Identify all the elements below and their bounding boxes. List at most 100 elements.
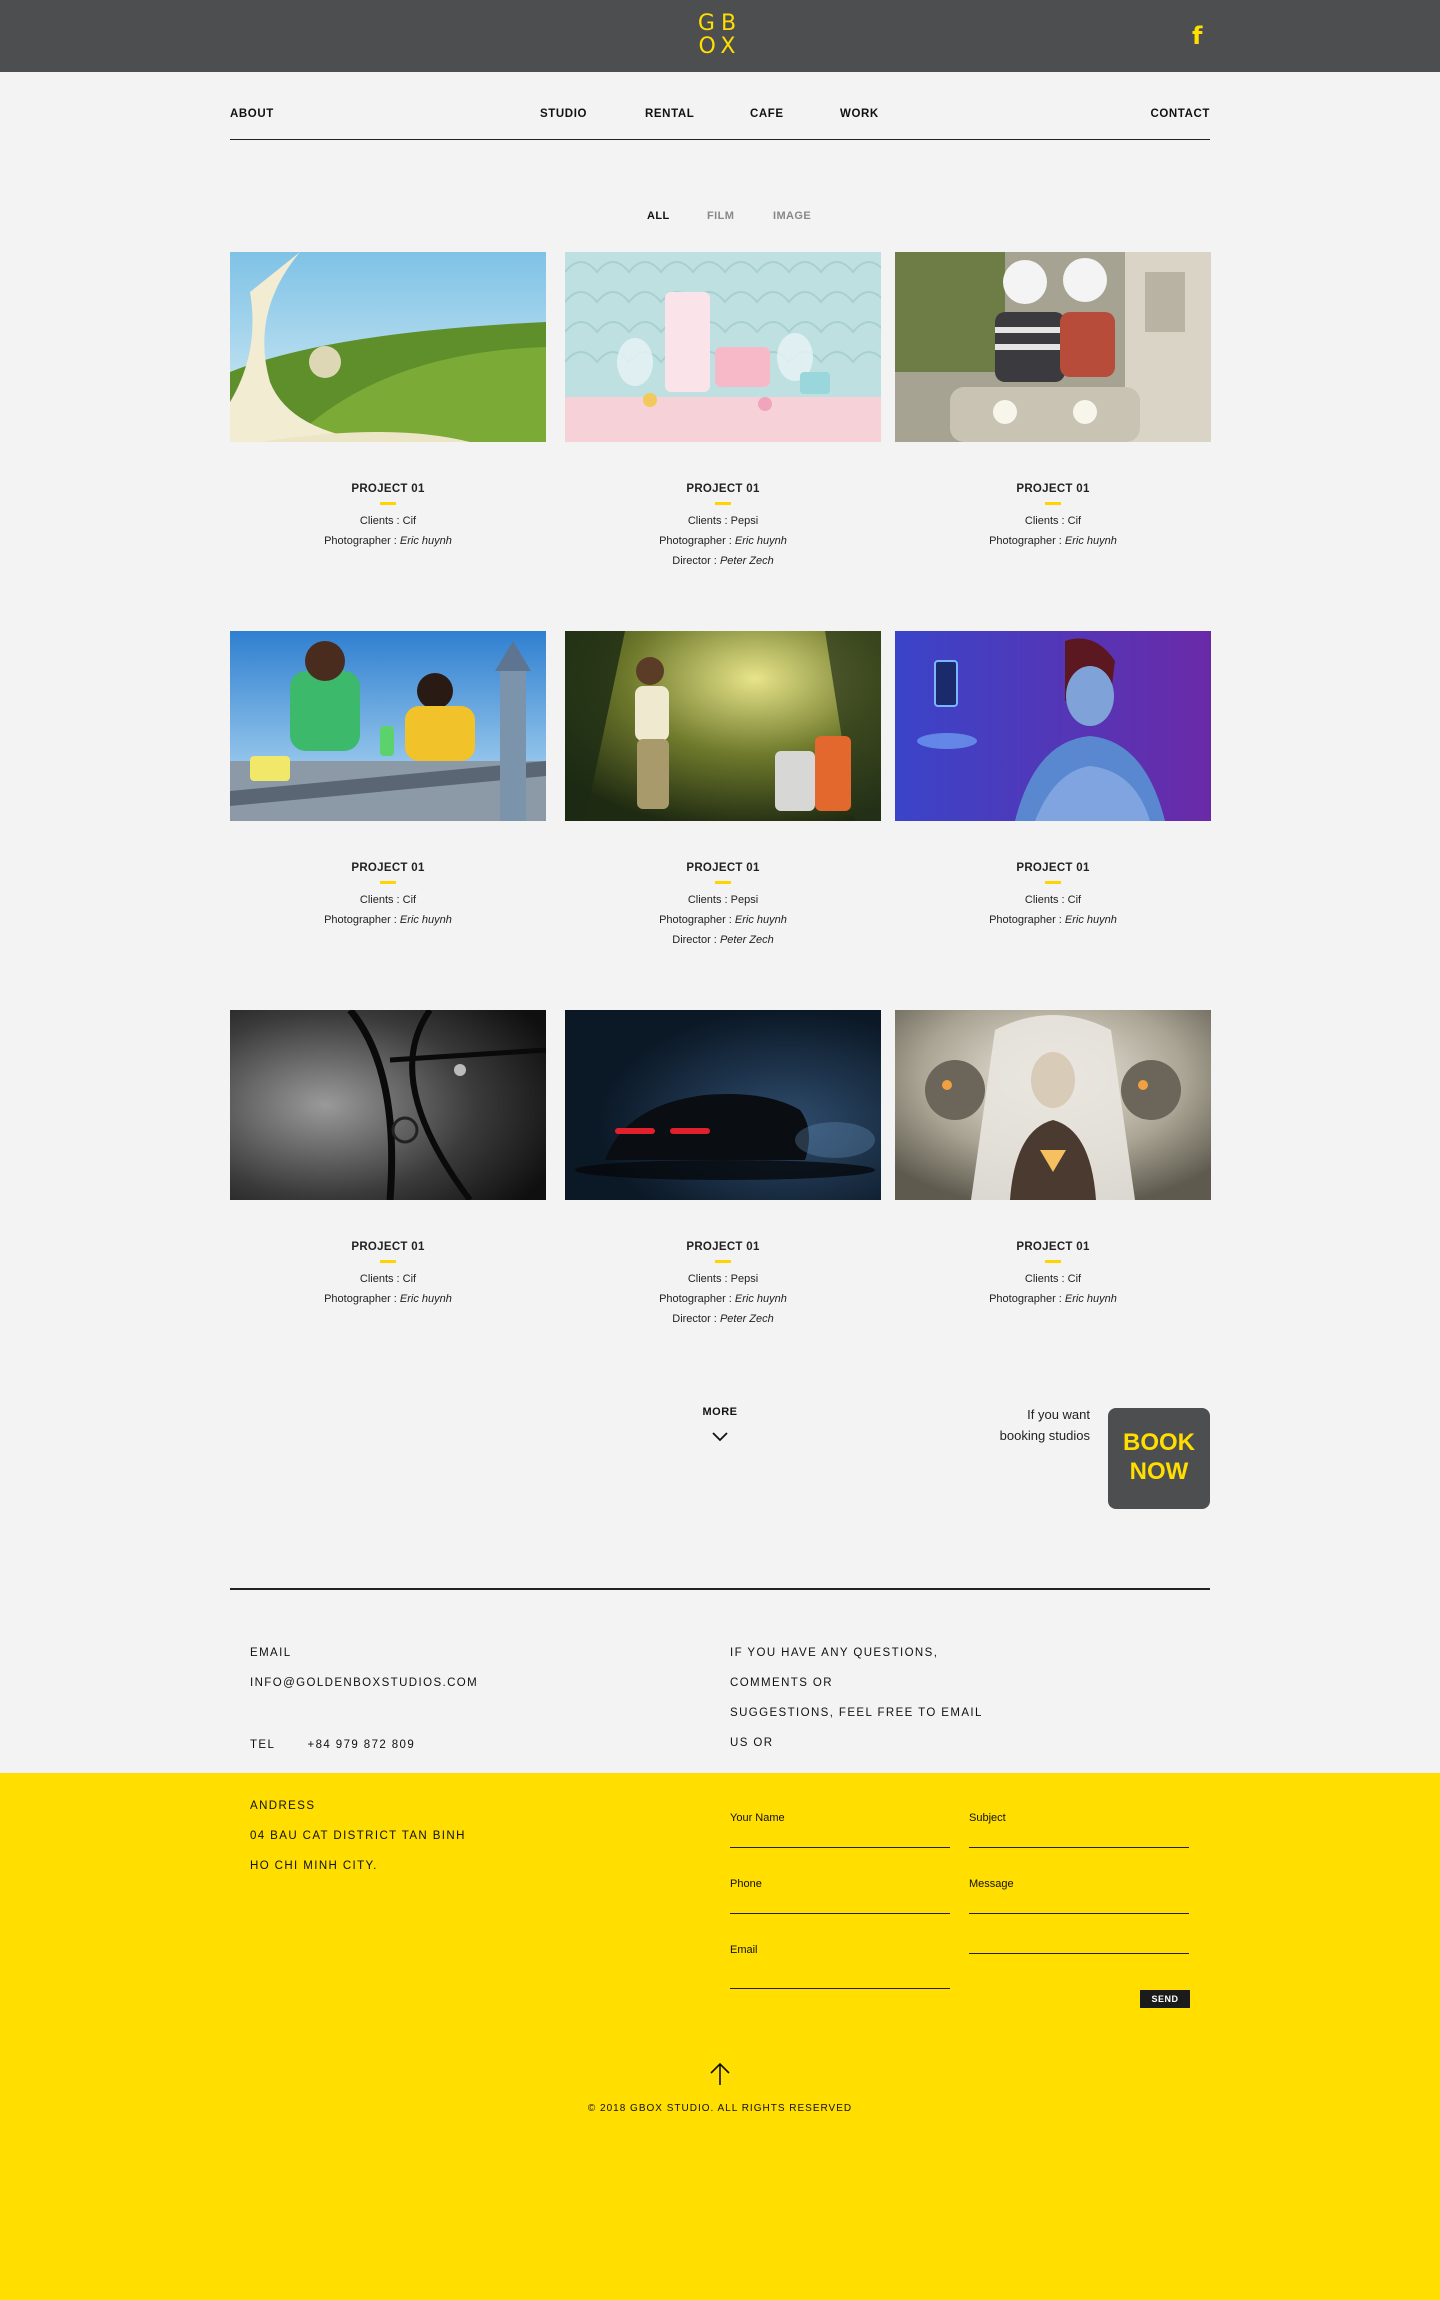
nav-work[interactable]: WORK — [840, 108, 879, 120]
nav-studio[interactable]: STUDIO — [540, 108, 587, 120]
address-label: ANDRESS — [250, 1800, 316, 1812]
questions-line: COMMENTS OR — [730, 1677, 833, 1689]
project-director: Director : Peter Zech — [672, 934, 774, 946]
project-thumbnail-floating-phone[interactable] — [895, 631, 1211, 821]
project-photographer: Photographer : Eric huynh — [989, 914, 1117, 926]
phone-field[interactable]: Phone — [730, 1878, 950, 1914]
email-label: EMAIL — [250, 1647, 292, 1659]
project-client: Clients : Cif — [1024, 515, 1082, 527]
project-card[interactable]: PROJECT 01 Clients : Pepsi Photographer … — [565, 631, 881, 950]
project-card[interactable]: PROJECT 01 Clients : Pepsi Photographer … — [565, 1010, 881, 1329]
project-title: PROJECT 01 — [351, 483, 425, 495]
nav-cafe[interactable]: CAFE — [750, 108, 784, 120]
tel-block: TEL +84 979 872 809 — [250, 1730, 415, 1760]
email-field[interactable]: Email — [730, 1944, 950, 1989]
project-client: Clients : Cif — [359, 1273, 417, 1285]
yellow-dash — [1045, 502, 1061, 505]
project-title: PROJECT 01 — [686, 483, 760, 495]
message-label: Message — [969, 1878, 1014, 1890]
project-client: Clients : Pepsi — [687, 515, 759, 527]
booking-line-2: booking studios — [999, 1428, 1090, 1443]
project-thumbnail-scooter-couple[interactable] — [895, 252, 1211, 442]
questions-text: IF YOU HAVE ANY QUESTIONS, COMMENTS OR S… — [730, 1638, 983, 1758]
project-card[interactable]: PROJECT 01 Clients : Cif Photographer : … — [230, 631, 546, 930]
subject-field[interactable]: Subject — [969, 1812, 1189, 1848]
project-thumbnail-dessert-table[interactable] — [565, 252, 881, 442]
project-client: Clients : Cif — [1024, 894, 1082, 906]
now-label: NOW — [1129, 1458, 1189, 1485]
project-title: PROJECT 01 — [686, 862, 760, 874]
project-thumbnail-bw-harness[interactable] — [230, 1010, 546, 1200]
project-client: Clients : Pepsi — [687, 894, 759, 906]
name-field[interactable]: Your Name — [730, 1812, 950, 1848]
project-card[interactable]: PROJECT 01 Clients : Cif Photographer : … — [895, 631, 1211, 930]
project-photographer: Photographer : Eric huynh — [659, 1293, 787, 1305]
project-title: PROJECT 01 — [1016, 862, 1090, 874]
nav-rental[interactable]: RENTAL — [645, 108, 694, 120]
address-block: ANDRESS 04 BAU CAT DISTRICT TAN BINH HO … — [250, 1791, 466, 1881]
facebook-icon[interactable]: f — [1192, 22, 1202, 50]
yellow-dash — [380, 502, 396, 505]
logo[interactable]: GB OX — [697, 12, 743, 58]
arrow-up-icon[interactable] — [709, 2062, 731, 2086]
logo-top: GB — [697, 11, 743, 36]
project-title: PROJECT 01 — [351, 1241, 425, 1253]
yellow-footer — [0, 1773, 1440, 2300]
nav-about[interactable]: ABOUT — [230, 108, 274, 120]
chevron-down-icon[interactable] — [710, 1428, 730, 1446]
yellow-dash — [380, 1260, 396, 1263]
project-photographer: Photographer : Eric huynh — [324, 1293, 452, 1305]
project-photographer: Photographer : Eric huynh — [989, 535, 1117, 547]
project-caption: PROJECT 01 Clients : Pepsi Photographer … — [565, 1237, 881, 1329]
project-photographer: Photographer : Eric huynh — [324, 535, 452, 547]
questions-line: SUGGESTIONS, FEEL FREE TO EMAIL — [730, 1707, 983, 1719]
more-button[interactable]: MORE — [685, 1406, 755, 1418]
filter-image[interactable]: IMAGE — [773, 210, 811, 222]
project-director: Director : Peter Zech — [672, 1313, 774, 1325]
project-card[interactable]: PROJECT 01 Clients : Cif Photographer : … — [895, 1010, 1211, 1309]
tel-label: TEL — [250, 1739, 275, 1751]
nav-contact[interactable]: CONTACT — [1150, 108, 1210, 120]
project-thumbnail-jungle-explorer[interactable] — [565, 631, 881, 821]
project-caption: PROJECT 01 Clients : Cif Photographer : … — [230, 479, 546, 551]
yellow-dash — [1045, 881, 1061, 884]
project-client: Clients : Cif — [1024, 1273, 1082, 1285]
booking-line-1: If you want — [1027, 1407, 1090, 1422]
footer-divider — [230, 1588, 1210, 1590]
book-label: BOOK — [1123, 1429, 1195, 1456]
project-thumbnail-cleaning-city[interactable] — [230, 631, 546, 821]
message-field[interactable]: Message — [969, 1878, 1189, 1914]
project-photographer: Photographer : Eric huynh — [659, 535, 787, 547]
project-thumbnail-milk-splash[interactable] — [230, 252, 546, 442]
project-thumbnail-sports-car[interactable] — [565, 1010, 881, 1200]
project-card[interactable]: PROJECT 01 Clients : Cif Photographer : … — [230, 252, 546, 551]
project-title: PROJECT 01 — [1016, 1241, 1090, 1253]
project-caption: PROJECT 01 Clients : Cif Photographer : … — [895, 479, 1211, 551]
yellow-dash — [380, 881, 396, 884]
send-button[interactable]: SEND — [1140, 1990, 1190, 2008]
project-card[interactable]: PROJECT 01 Clients : Cif Photographer : … — [895, 252, 1211, 551]
project-caption: PROJECT 01 Clients : Pepsi Photographer … — [565, 479, 881, 571]
project-thumbnail-fantasy-queen[interactable] — [895, 1010, 1211, 1200]
address-line-1: 04 BAU CAT DISTRICT TAN BINH — [250, 1830, 466, 1842]
subject-label: Subject — [969, 1812, 1006, 1824]
filter-all[interactable]: ALL — [647, 210, 670, 222]
booking-prompt: If you want booking studios — [960, 1404, 1090, 1446]
project-client: Clients : Pepsi — [687, 1273, 759, 1285]
project-caption: PROJECT 01 Clients : Cif Photographer : … — [895, 858, 1211, 930]
filter-film[interactable]: FILM — [707, 210, 734, 222]
project-director: Director : Peter Zech — [672, 555, 774, 567]
project-caption: PROJECT 01 Clients : Cif Photographer : … — [230, 858, 546, 930]
project-photographer: Photographer : Eric huynh — [989, 1293, 1117, 1305]
project-card[interactable]: PROJECT 01 Clients : Cif Photographer : … — [230, 1010, 546, 1309]
project-client: Clients : Cif — [359, 515, 417, 527]
email-value[interactable]: INFO@GOLDENBOXSTUDIOS.COM — [250, 1668, 478, 1698]
message-field-line-2[interactable] — [969, 1918, 1189, 1954]
project-caption: PROJECT 01 Clients : Cif Photographer : … — [895, 1237, 1211, 1309]
project-card[interactable]: PROJECT 01 Clients : Pepsi Photographer … — [565, 252, 881, 571]
tel-value[interactable]: +84 979 872 809 — [307, 1739, 415, 1751]
email-field-label: Email — [730, 1944, 758, 1956]
yellow-dash — [715, 881, 731, 884]
book-now-button[interactable]: BOOK NOW — [1108, 1408, 1210, 1509]
address-line-2: HO CHI MINH CITY. — [250, 1860, 378, 1872]
